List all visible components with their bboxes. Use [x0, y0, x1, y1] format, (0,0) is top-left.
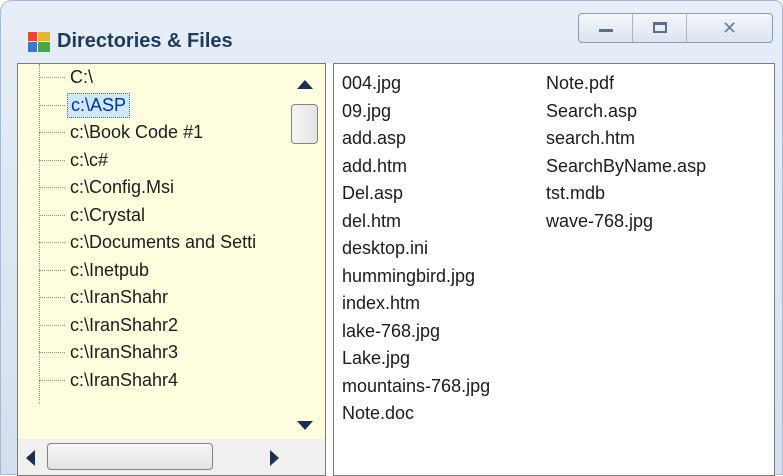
- tree-branch-line: [39, 242, 65, 243]
- maximize-button[interactable]: [633, 14, 688, 42]
- tree-item[interactable]: c:\IranShahr4: [18, 367, 288, 394]
- scroll-down-arrow-icon[interactable]: [297, 421, 313, 430]
- tree-item[interactable]: c:\Documents and Setti: [18, 229, 288, 256]
- scroll-up-arrow-icon[interactable]: [297, 80, 313, 89]
- directory-tree[interactable]: C:\ c:\ASP c:\Book Code #1 c:\c# c:\Config.M…: [17, 63, 326, 476]
- tree-branch-line: [39, 379, 65, 381]
- tree-item-label: C:\: [70, 67, 94, 87]
- file-item[interactable]: add.htm: [342, 153, 490, 181]
- tree-item-label: c:\ASP: [67, 92, 131, 118]
- scrollbar-corner: [288, 439, 325, 475]
- tree-item[interactable]: c:\IranShahr: [18, 284, 288, 311]
- file-item[interactable]: index.htm: [342, 290, 490, 318]
- tree-branch-line: [39, 159, 65, 161]
- tree-branch-line: [39, 214, 65, 216]
- tree-item[interactable]: c:\Inetpub: [18, 257, 288, 284]
- main-window: Directories & Files ✕ C:\ c:\ASP c:\Book C…: [0, 0, 783, 476]
- file-item[interactable]: hummingbird.jpg: [342, 263, 490, 291]
- file-item[interactable]: 09.jpg: [342, 98, 490, 126]
- tree-branch-line: [39, 187, 65, 188]
- tree-item[interactable]: c:\Book Code #1: [18, 119, 288, 146]
- file-item[interactable]: Search.asp: [546, 98, 706, 126]
- tree-item-label: c:\Documents and Setti: [70, 232, 257, 252]
- title-bar[interactable]: Directories & Files ✕: [1, 1, 783, 61]
- scroll-left-arrow-icon[interactable]: [26, 450, 35, 466]
- file-item[interactable]: 004.jpg: [342, 70, 490, 98]
- tree-item-label: c:\IranShahr4: [70, 369, 179, 390]
- file-item[interactable]: Note.doc: [342, 400, 490, 428]
- file-item[interactable]: tst.mdb: [546, 180, 706, 208]
- maximize-icon: [652, 22, 667, 33]
- minimize-button[interactable]: [579, 14, 634, 42]
- tree-horizontal-scrollbar[interactable]: [18, 439, 288, 475]
- tree-item[interactable]: c:\c#: [18, 147, 288, 174]
- tree-branch-line: [39, 77, 65, 78]
- tree-item-label: c:\c#: [70, 149, 109, 170]
- tree-branch-line: [39, 352, 65, 353]
- vertical-scroll-thumb[interactable]: [291, 104, 318, 144]
- tree-branch-line: [39, 132, 65, 133]
- tree-branch-line: [39, 104, 65, 106]
- file-item[interactable]: search.htm: [546, 125, 706, 153]
- file-item[interactable]: lake-768.jpg: [342, 318, 490, 346]
- tree-item-label: c:\IranShahr2: [70, 314, 179, 335]
- tree-item-label: c:\IranShahr3: [70, 342, 179, 362]
- close-button[interactable]: ✕: [687, 14, 772, 42]
- file-item[interactable]: add.asp: [342, 125, 490, 153]
- caption-buttons: ✕: [578, 13, 773, 43]
- tree-vertical-scrollbar[interactable]: [288, 64, 322, 439]
- file-item[interactable]: mountains-768.jpg: [342, 373, 490, 401]
- tree-viewport: C:\ c:\ASP c:\Book Code #1 c:\c# c:\Config.M…: [18, 64, 288, 439]
- tree-item[interactable]: c:\ASP: [18, 92, 288, 119]
- tree-item-label: c:\Config.Msi: [70, 177, 175, 197]
- tree-item[interactable]: c:\Config.Msi: [18, 174, 288, 201]
- file-item[interactable]: Note.pdf: [546, 70, 706, 98]
- horizontal-scroll-thumb[interactable]: [47, 443, 213, 470]
- tree-item[interactable]: c:\Crystal: [18, 202, 288, 229]
- window-title: Directories & Files: [57, 30, 233, 52]
- file-column-1: 004.jpg 09.jpg add.asp add.htm Del.asp del.ht…: [342, 70, 490, 428]
- minimize-icon: [598, 29, 613, 32]
- file-item[interactable]: Lake.jpg: [342, 345, 490, 373]
- file-item[interactable]: del.htm: [342, 208, 490, 236]
- file-item[interactable]: wave-768.jpg: [546, 208, 706, 236]
- close-icon: ✕: [722, 18, 738, 38]
- tree-item-label: c:\IranShahr: [70, 287, 169, 307]
- file-item[interactable]: SearchByName.asp: [546, 153, 706, 181]
- tree-branch-line: [39, 324, 65, 326]
- tree-item-label: c:\Inetpub: [70, 259, 150, 280]
- tree-item[interactable]: C:\: [18, 64, 288, 91]
- scroll-right-arrow-icon[interactable]: [270, 450, 279, 466]
- client-area: C:\ c:\ASP c:\Book Code #1 c:\c# c:\Config.M…: [17, 63, 775, 476]
- tree-branch-line: [39, 297, 65, 298]
- tree-item-label: c:\Crystal: [70, 204, 146, 225]
- tree-item[interactable]: c:\IranShahr3: [18, 339, 288, 366]
- file-item[interactable]: desktop.ini: [342, 235, 490, 263]
- file-column-2: Note.pdf Search.asp search.htm SearchByName…: [546, 70, 706, 235]
- app-icon[interactable]: [28, 32, 50, 52]
- tree-branch-line: [39, 269, 65, 271]
- tree-item[interactable]: c:\IranShahr2: [18, 312, 288, 339]
- file-item[interactable]: Del.asp: [342, 180, 490, 208]
- tree-item-label: c:\Book Code #1: [70, 122, 204, 142]
- file-list[interactable]: 004.jpg 09.jpg add.asp add.htm Del.asp del.ht…: [333, 63, 775, 476]
